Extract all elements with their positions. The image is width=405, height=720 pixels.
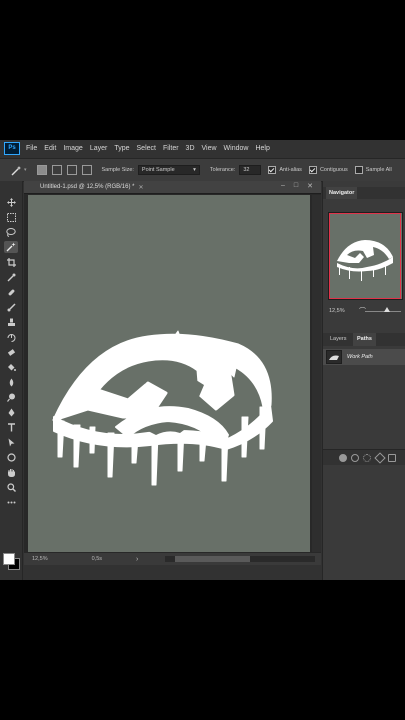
contiguous-checkbox[interactable]: Contiguous <box>308 166 348 174</box>
fill-path-icon[interactable] <box>339 453 348 462</box>
healing-brush-icon[interactable] <box>4 286 18 298</box>
foreground-color-swatch[interactable] <box>3 553 15 565</box>
zoom-icon[interactable] <box>4 481 18 493</box>
paths-tab-row: Layers Paths <box>323 333 405 346</box>
marquee-icon[interactable] <box>4 211 18 223</box>
move-icon[interactable] <box>4 196 18 208</box>
sample-size-value: Point Sample <box>141 167 175 173</box>
menu-view[interactable]: View <box>202 145 217 152</box>
intersect-selection-button[interactable] <box>81 165 92 175</box>
canvas[interactable] <box>28 195 310 552</box>
color-swatches[interactable] <box>3 553 20 570</box>
menu-bar: Ps File Edit Image Layer Type Select Fil… <box>0 140 405 157</box>
maximize-icon[interactable]: □ <box>294 182 298 190</box>
menu-window[interactable]: Window <box>224 145 249 152</box>
chevron-down-icon: ▾ <box>193 167 196 173</box>
close-icon[interactable]: ✕ <box>138 184 143 191</box>
chevron-down-icon[interactable]: ▾ <box>24 167 27 173</box>
logo-artwork <box>52 330 273 486</box>
menu-select[interactable]: Select <box>137 145 156 152</box>
sample-size-select[interactable]: Point Sample ▾ <box>137 165 200 175</box>
paint-bucket-icon[interactable] <box>4 361 18 373</box>
eraser-icon[interactable] <box>4 346 18 358</box>
menu-filter[interactable]: Filter <box>163 145 179 152</box>
brush-icon[interactable] <box>4 301 18 313</box>
zoom-slider[interactable] <box>365 311 401 312</box>
crop-icon[interactable] <box>4 256 18 268</box>
anti-alias-check-icon <box>268 166 277 174</box>
magic-wand-preset-icon[interactable] <box>10 164 22 176</box>
tools-panel <box>0 181 23 580</box>
add-to-selection-button[interactable] <box>51 165 62 175</box>
lasso-icon[interactable] <box>4 226 18 238</box>
make-path-icon[interactable] <box>373 451 386 464</box>
document-tab-title: Untitled-1.psd @ 12,5% (RGB/16) * <box>40 184 135 190</box>
path-selection-icon[interactable] <box>4 436 18 448</box>
tolerance-input[interactable]: 32 <box>239 165 262 175</box>
stroke-path-icon[interactable] <box>351 453 360 462</box>
chevron-right-icon[interactable]: › <box>136 556 138 563</box>
zoom-status[interactable]: 12,5% <box>32 556 48 562</box>
hand-icon[interactable] <box>4 466 18 478</box>
anti-alias-checkbox[interactable]: Anti-alias <box>268 166 302 174</box>
anti-alias-label: Anti-alias <box>279 167 302 173</box>
shape-icon[interactable] <box>4 451 18 463</box>
document-size-status: 0,5s <box>91 556 103 562</box>
navigator-zoom-row: 12,5% ⌒ <box>323 305 405 317</box>
tab-paths[interactable]: Paths <box>353 333 376 346</box>
menu-3d[interactable]: 3D <box>186 145 195 152</box>
right-panel-dock: Navigator 12,5% ⌒ Layers Paths Work Path <box>322 181 405 580</box>
sample-all-checkbox[interactable]: Sample All <box>354 166 392 174</box>
tab-navigator[interactable]: Navigator <box>326 187 358 199</box>
close-window-icon[interactable]: ✕ <box>307 182 313 190</box>
minimize-icon[interactable]: – <box>281 182 285 190</box>
tolerance-label: Tolerance: <box>209 167 236 173</box>
contiguous-label: Contiguous <box>319 167 348 173</box>
tab-layers[interactable]: Layers <box>326 333 351 346</box>
type-icon[interactable] <box>4 421 18 433</box>
path-item-work-path[interactable]: Work Path <box>323 349 405 365</box>
blur-icon[interactable] <box>4 376 18 388</box>
eyedropper-icon[interactable] <box>4 271 18 283</box>
window-controls: – □ ✕ <box>281 182 313 190</box>
menu-help[interactable]: Help <box>255 145 269 152</box>
more-tools-icon[interactable] <box>4 496 18 508</box>
clone-stamp-icon[interactable] <box>4 316 18 328</box>
zoom-slider-knob[interactable] <box>384 307 390 312</box>
subtract-selection-button[interactable] <box>66 165 77 175</box>
add-mask-icon[interactable] <box>387 453 396 462</box>
new-selection-button[interactable] <box>36 165 47 175</box>
sample-size-label: Sample Size: <box>101 167 134 173</box>
photoshop-window: Ps File Edit Image Layer Type Select Fil… <box>0 140 405 580</box>
navigator-tab-row: Navigator <box>323 187 405 199</box>
options-bar: ▾ Sample Size: Point Sample ▾ Tolerance:… <box>0 158 405 182</box>
navigator-thumbnail[interactable] <box>328 212 403 300</box>
document-tab[interactable]: Untitled-1.psd @ 12,5% (RGB/16) * ✕ – □ … <box>24 181 321 194</box>
scroll-thumb[interactable] <box>175 556 250 562</box>
navigator-zoom-value[interactable]: 12,5% <box>329 308 345 314</box>
status-bar: 12,5% 0,5s › <box>24 553 321 565</box>
horizontal-scrollbar[interactable] <box>165 556 315 562</box>
contiguous-check-icon <box>308 166 317 174</box>
paths-panel-footer <box>323 449 405 465</box>
sample-all-check-icon <box>354 166 363 174</box>
pen-icon[interactable] <box>4 406 18 418</box>
dodge-icon[interactable] <box>4 391 18 403</box>
load-selection-icon[interactable] <box>363 453 372 462</box>
history-brush-icon[interactable] <box>4 331 18 343</box>
ps-logo: Ps <box>4 142 20 155</box>
vertical-scrollbar[interactable] <box>312 195 321 552</box>
navigator-view-box[interactable] <box>329 213 401 299</box>
path-name: Work Path <box>347 354 373 360</box>
menu-type[interactable]: Type <box>114 145 129 152</box>
document-window: Untitled-1.psd @ 12,5% (RGB/16) * ✕ – □ … <box>24 181 321 565</box>
menu-image[interactable]: Image <box>63 145 82 152</box>
path-thumbnail <box>326 350 342 364</box>
menu-layer[interactable]: Layer <box>90 145 108 152</box>
sample-all-label: Sample All <box>365 167 392 173</box>
magic-wand-icon[interactable] <box>4 241 18 253</box>
menu-edit[interactable]: Edit <box>44 145 56 152</box>
menu-file[interactable]: File <box>26 145 37 152</box>
